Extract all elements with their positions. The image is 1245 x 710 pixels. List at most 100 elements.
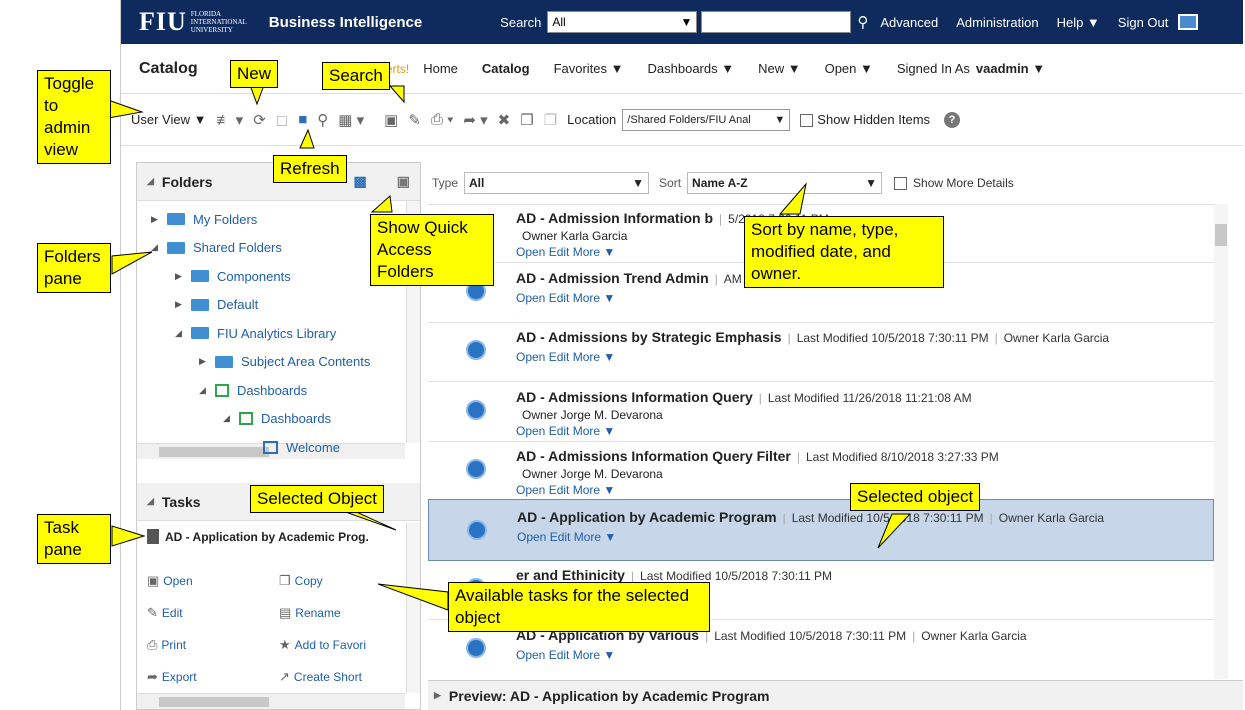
last-modified: Last Modified 10/5/2018 7:30:11 PM — [714, 628, 907, 643]
fiu-logo[interactable]: FIU FLORIDA INTERNATIONAL UNIVERSITY — [139, 7, 247, 37]
sort-select[interactable]: Name A-Z ▼ — [687, 172, 883, 194]
paste-icon[interactable]: ❐ — [544, 111, 557, 129]
app-grid-icon[interactable] — [1178, 14, 1199, 30]
help-icon[interactable]: ? — [944, 111, 961, 128]
scrollbar-thumb[interactable] — [1215, 224, 1227, 246]
open-menu[interactable]: Open ▼ — [825, 61, 873, 76]
delete-icon[interactable]: ✖ — [498, 111, 511, 129]
expand-triangle-icon[interactable]: ▶ — [175, 271, 191, 282]
view-options-icon[interactable]: ▦ ▾ — [338, 111, 364, 129]
separator: | — [989, 510, 993, 525]
tree-node[interactable]: ▶ Components — [175, 262, 291, 290]
show-quick-access-icon[interactable]: ▩ — [354, 173, 367, 190]
tree-node[interactable]: ◢ Dashboards — [199, 376, 307, 404]
tree-node[interactable]: ▶ My Folders — [151, 205, 257, 233]
tree-node[interactable]: ◢ Shared Folders — [151, 234, 282, 262]
item-actions-links[interactable]: Open Edit More ▼ — [516, 291, 615, 305]
folder-icon — [191, 298, 209, 311]
export-icon[interactable]: ➦ ▾ — [463, 111, 487, 129]
catalog-link[interactable]: Catalog — [482, 61, 530, 76]
folder-options-icon[interactable]: ▣ — [397, 173, 410, 190]
catalog-item-title[interactable]: AD - Admissions by Strategic Emphasis — [516, 329, 782, 345]
task-rename[interactable]: ▤ Rename — [279, 605, 341, 621]
catalog-item-title[interactable]: AD - Admission Information b — [516, 210, 713, 226]
collapse-triangle-icon[interactable]: ◢ — [147, 176, 154, 187]
new-menu[interactable]: New ▼ — [758, 61, 801, 76]
search-icon[interactable]: ⚲ — [857, 13, 868, 31]
user-menu[interactable]: vaadmin ▼ — [976, 61, 1045, 76]
callout-task-pane: Task pane — [37, 514, 111, 564]
catalog-item[interactable]: AD - Admissions Information Query | Last M… — [428, 380, 1214, 442]
search-icon[interactable]: ⚲ — [317, 111, 328, 129]
task-copy[interactable]: ❐ Copy — [279, 573, 323, 589]
last-modified: Last Modified 10/5/2018 7:30:11 PM — [791, 510, 984, 525]
task-create-short[interactable]: ↗ Create Short — [279, 669, 362, 685]
search-input[interactable] — [701, 11, 852, 33]
task-export[interactable]: ➦ Export — [147, 669, 197, 685]
tree-node[interactable]: Welcome — [247, 433, 340, 459]
tree-node[interactable]: ◢ Dashboards — [223, 405, 331, 433]
catalog-item-title[interactable]: er and Ethinicity — [516, 567, 625, 583]
preview-bar[interactable]: ▶ Preview: AD - Application by Academic … — [428, 680, 1243, 710]
tree-node[interactable]: ▶ Default — [175, 291, 258, 319]
item-actions-links[interactable]: Open Edit More ▼ — [516, 424, 615, 438]
up-folder-icon[interactable]: ◻ — [276, 111, 288, 129]
catalog-item[interactable]: AD - Admissions Information Query Filter… — [428, 439, 1214, 501]
tasks-pane-title: Tasks — [161, 493, 201, 510]
collapse-triangle-icon[interactable]: ◢ — [199, 385, 215, 396]
favorites-menu[interactable]: Favorites ▼ — [554, 61, 624, 76]
tasks-horizontal-scrollbar[interactable] — [137, 693, 405, 709]
collapse-triangle-icon[interactable]: ◢ — [151, 242, 167, 253]
collapse-triangle-icon[interactable]: ◢ — [175, 328, 191, 339]
task-open[interactable]: ▣ Open — [147, 573, 193, 589]
advanced-link[interactable]: Advanced — [880, 15, 938, 30]
show-hidden-checkbox[interactable] — [800, 112, 814, 128]
tree-node[interactable]: ◢ FIU Analytics Library — [175, 319, 336, 347]
item-actions-links[interactable]: Open Edit More ▼ — [516, 350, 615, 364]
search-scope-select[interactable]: All ▼ — [547, 11, 698, 33]
location-select[interactable]: /Shared Folders/FIU Anal ▼ — [622, 108, 791, 131]
task-add-to-favori[interactable]: ★ Add to Favori — [279, 637, 366, 653]
expand-triangle-icon[interactable]: ▶ — [434, 690, 441, 701]
scrollbar-thumb[interactable] — [159, 697, 269, 707]
help-menu[interactable]: Help ▼ — [1057, 15, 1100, 30]
catalog-item-title[interactable]: AD - Admissions Information Query Filter — [516, 448, 791, 464]
refresh-icon[interactable]: ⟳ — [253, 111, 266, 129]
catalog-item[interactable]: AD - Application by Academic Program | Las… — [428, 498, 1214, 561]
quick-access-folders-icon[interactable]: ■ — [298, 111, 307, 128]
administration-link[interactable]: Administration — [956, 15, 1038, 30]
separator: | — [787, 331, 791, 345]
show-more-details-checkbox[interactable] — [894, 176, 908, 190]
last-modified: Last Modified 10/5/2018 7:30:11 PM — [640, 569, 832, 583]
collapse-triangle-icon[interactable]: ◢ — [223, 413, 239, 424]
expand-triangle-icon[interactable]: ▶ — [175, 299, 191, 310]
new-object-icon[interactable]: ≢ ▾ — [216, 111, 243, 129]
item-actions-links[interactable]: Open Edit More ▼ — [517, 530, 616, 544]
expand-triangle-icon[interactable]: ▶ — [199, 356, 215, 367]
item-actions-links[interactable]: Open Edit More ▼ — [516, 648, 615, 662]
tree-node-label: Shared Folders — [193, 240, 282, 255]
item-actions-links[interactable]: Open Edit More ▼ — [516, 245, 615, 259]
user-view-toggle[interactable]: User View ▼ — [131, 112, 206, 127]
tree-node[interactable]: ▶ Subject Area Contents — [199, 348, 370, 376]
list-vertical-scrollbar[interactable] — [1214, 204, 1228, 679]
catalog-item-title[interactable]: AD - Application by Academic Program — [517, 509, 777, 525]
type-select[interactable]: All ▼ — [464, 172, 650, 194]
dashboards-menu[interactable]: Dashboards ▼ — [648, 61, 735, 76]
tasks-vertical-scrollbar[interactable] — [406, 523, 420, 693]
task-print[interactable]: ⎙ Print — [147, 637, 186, 653]
copy-icon[interactable]: ❐ — [520, 111, 533, 129]
folder-icon — [191, 270, 209, 282]
catalog-item[interactable]: AD - Admissions by Strategic Emphasis | La… — [428, 320, 1214, 382]
edit-pencil-icon[interactable]: ✎ — [408, 111, 421, 129]
item-actions-links[interactable]: Open Edit More ▼ — [516, 483, 615, 497]
sign-out-link[interactable]: Sign Out — [1118, 15, 1169, 30]
task-edit[interactable]: ✎ Edit — [147, 605, 183, 621]
print-icon[interactable]: ⎙ ▾ — [431, 111, 453, 128]
collapse-triangle-icon[interactable]: ◢ — [147, 496, 154, 507]
home-link[interactable]: Home — [423, 61, 458, 76]
expand-triangle-icon[interactable]: ▶ — [151, 214, 167, 225]
catalog-item-title[interactable]: AD - Admissions Information Query — [516, 389, 753, 405]
open-object-icon[interactable]: ▣ — [384, 111, 398, 129]
catalog-item-title[interactable]: AD - Admission Trend Admin — [516, 270, 709, 286]
